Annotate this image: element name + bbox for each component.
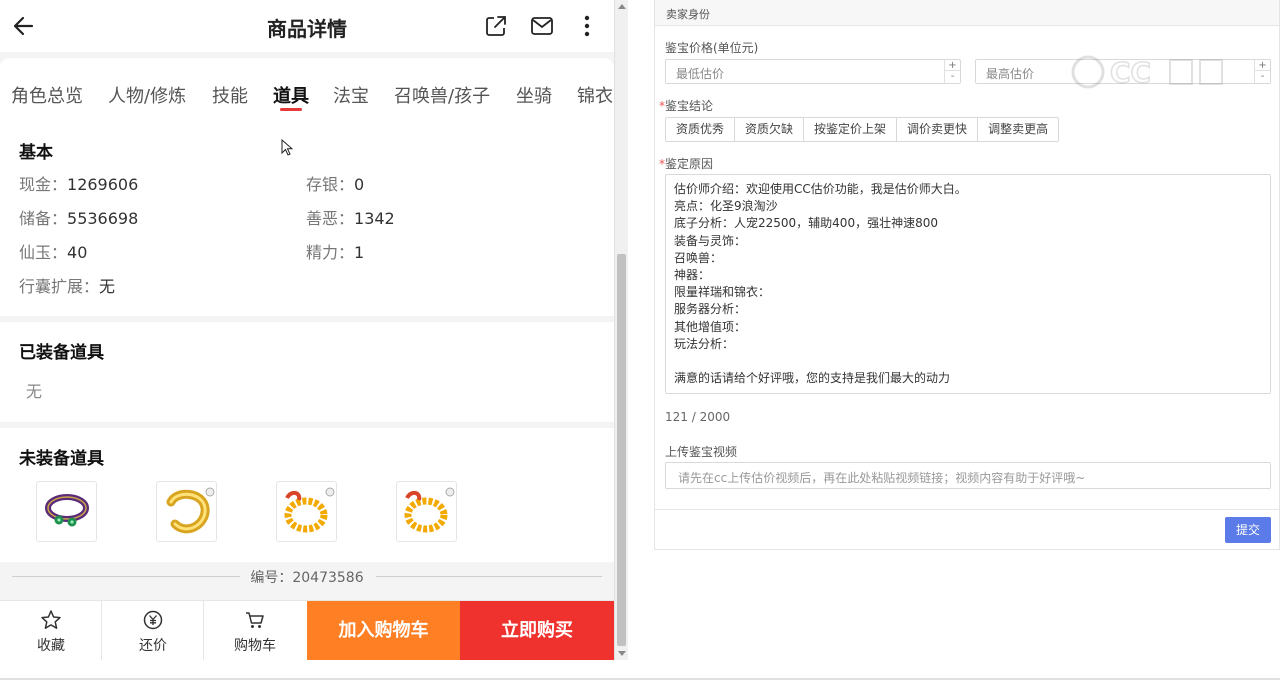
scroll-down-icon[interactable] bbox=[618, 651, 626, 656]
gold-bead-bracelet-item[interactable] bbox=[276, 481, 337, 542]
scroll-thumb[interactable] bbox=[617, 254, 626, 646]
option-lower-price[interactable]: 调价卖更快 bbox=[897, 118, 979, 141]
mail-icon[interactable] bbox=[529, 13, 555, 39]
vertical-scrollbar[interactable] bbox=[614, 0, 628, 660]
tab-outfits[interactable]: 锦衣 bbox=[577, 82, 613, 108]
divider bbox=[376, 576, 602, 577]
section-title-basic: 基本 bbox=[19, 143, 53, 163]
field-bag-expansion: 行囊扩展：无 bbox=[19, 277, 116, 296]
option-list-at-price[interactable]: 按鉴定价上架 bbox=[804, 118, 898, 141]
equipped-empty-text: 无 bbox=[26, 382, 43, 401]
option-higher-price[interactable]: 调整卖更高 bbox=[978, 118, 1058, 141]
add-to-cart-button[interactable]: 加入购物车 bbox=[307, 601, 460, 660]
field-reserve: 储备：5536698 bbox=[19, 209, 139, 228]
divider bbox=[655, 509, 1279, 510]
tab-character[interactable]: 人物/修炼 bbox=[108, 82, 186, 108]
svg-text:CC: CC bbox=[1110, 56, 1151, 89]
option-excellent[interactable]: 资质优秀 bbox=[666, 118, 736, 141]
screen: 商品详情 角色总览 人物/修炼 技能 道具 法宝 召唤兽/孩子 坐骑 锦衣 基本… bbox=[0, 0, 1280, 680]
conclusion-options: 资质优秀 资质欠缺 按鉴定价上架 调价卖更快 调整卖更高 bbox=[665, 117, 1060, 142]
field-energy: 精力：1 bbox=[306, 243, 365, 262]
conclusion-label: *鉴宝结论 bbox=[659, 99, 714, 113]
gold-bracelet-item[interactable] bbox=[156, 481, 217, 542]
tab-summons[interactable]: 召唤兽/孩子 bbox=[394, 82, 490, 108]
star-icon bbox=[41, 610, 61, 629]
cart-button[interactable]: 购物车 bbox=[204, 601, 306, 660]
more-vertical-icon[interactable] bbox=[574, 13, 600, 39]
field-jade: 仙玉：40 bbox=[19, 243, 88, 262]
tab-items[interactable]: 道具 bbox=[273, 82, 309, 108]
yen-coin-icon bbox=[143, 610, 163, 630]
active-tab-indicator bbox=[280, 108, 302, 111]
panel-header: 卖家身份 bbox=[655, 0, 1279, 26]
tab-mounts[interactable]: 坐骑 bbox=[516, 82, 552, 108]
share-icon[interactable] bbox=[483, 13, 509, 39]
serial-number-row: 编号：20473586 bbox=[0, 562, 614, 592]
scroll-up-icon[interactable] bbox=[618, 4, 626, 9]
field-savings: 存银：0 bbox=[306, 175, 365, 194]
option-lacking[interactable]: 资质欠缺 bbox=[735, 118, 805, 141]
stepper[interactable]: + - bbox=[944, 60, 960, 83]
product-detail-page: 商品详情 角色总览 人物/修炼 技能 道具 法宝 召唤兽/孩子 坐骑 锦衣 基本… bbox=[0, 0, 614, 660]
video-label: 上传鉴宝视频 bbox=[665, 445, 738, 459]
tab-role-overview[interactable]: 角色总览 bbox=[11, 82, 83, 108]
bargain-button[interactable]: 还价 bbox=[102, 601, 204, 660]
category-tabs: 角色总览 人物/修炼 技能 道具 法宝 召唤兽/孩子 坐骑 锦衣 bbox=[0, 58, 614, 120]
field-cash: 现金：1269606 bbox=[19, 175, 139, 194]
reason-textarea[interactable]: 估价师介绍：欢迎使用CC估价功能，我是估价师大白。 亮点：化圣9浪淘沙 底子分析… bbox=[665, 174, 1271, 394]
bottom-action-bar: 收藏 还价 购物车 加入购物车 立即购买 bbox=[0, 600, 614, 660]
buy-now-button[interactable]: 立即购买 bbox=[460, 601, 614, 660]
field-karma: 善恶：1342 bbox=[306, 209, 395, 228]
top-bar: 商品详情 bbox=[0, 0, 614, 52]
min-price-input[interactable]: 最低估价 + - bbox=[665, 59, 961, 84]
tab-treasure[interactable]: 法宝 bbox=[333, 82, 369, 108]
gold-bead-bracelet-item[interactable] bbox=[396, 481, 457, 542]
jade-ring-item[interactable] bbox=[36, 481, 97, 542]
page-title: 商品详情 bbox=[267, 17, 347, 41]
section-title-equipped: 已装备道具 bbox=[19, 343, 104, 363]
tab-skills[interactable]: 技能 bbox=[212, 82, 248, 108]
mouse-cursor-icon bbox=[281, 139, 293, 156]
equipped-section: 已装备道具 无 bbox=[0, 322, 614, 422]
video-link-input[interactable]: 请先在cc上传估价视频后，再在此处粘贴视频链接；视频内容有助于好评哦~ bbox=[665, 462, 1271, 489]
submit-button[interactable]: 提交 bbox=[1225, 517, 1271, 543]
basic-section: 基本 现金：1269606 存银：0 储备：5536698 善恶：1342 仙玉… bbox=[0, 120, 614, 316]
price-label: 鉴宝价格(单位元) bbox=[665, 41, 759, 55]
favorite-button[interactable]: 收藏 bbox=[0, 601, 102, 660]
serial-number: 编号：20473586 bbox=[250, 570, 364, 586]
unequipped-section: 未装备道具 bbox=[0, 428, 614, 562]
cart-icon bbox=[246, 612, 264, 628]
reason-label: *鉴定原因 bbox=[659, 157, 714, 171]
section-title-unequipped: 未装备道具 bbox=[19, 449, 104, 469]
watermark-logo: CC bbox=[1071, 55, 1223, 90]
char-counter: 121 / 2000 bbox=[665, 410, 731, 424]
